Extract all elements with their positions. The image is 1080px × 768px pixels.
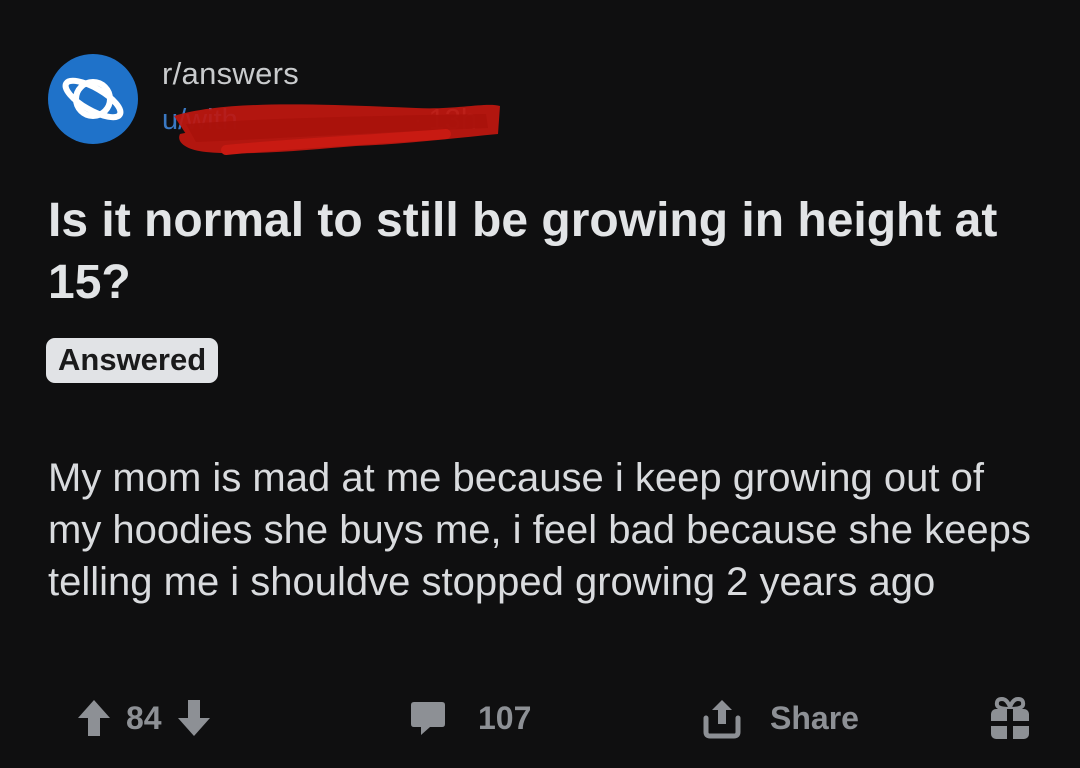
meta-separator: ·: [412, 104, 423, 136]
vote-controls: 84: [76, 690, 212, 746]
upvote-count: 84: [126, 699, 162, 736]
gift-icon: [991, 696, 1029, 739]
post-action-bar: 84 107 Share: [0, 690, 1080, 746]
planet-icon: [62, 77, 124, 121]
award-button[interactable]: [988, 690, 1032, 746]
subreddit-avatar[interactable]: [48, 54, 138, 144]
share-label: Share: [770, 699, 859, 736]
comment-count: 107: [478, 699, 532, 736]
share-upload-icon: [703, 700, 741, 739]
post-flair[interactable]: Answered: [46, 338, 219, 383]
post-age: 13h: [428, 104, 478, 136]
subreddit-name[interactable]: r/answers: [162, 56, 299, 92]
reddit-post: r/answers u/with · 13h Is it normal to st…: [0, 0, 1080, 768]
share-button[interactable]: Share: [700, 690, 859, 746]
post-meta: u/with · 13h: [162, 104, 500, 155]
arrow-down-icon[interactable]: [176, 698, 212, 738]
arrow-up-icon[interactable]: [76, 698, 112, 738]
author-username[interactable]: u/with: [162, 104, 238, 136]
post-body: My mom is mad at me because i keep growi…: [48, 456, 1031, 604]
post-title[interactable]: Is it normal to still be growing in heig…: [48, 190, 1048, 314]
comment-bubble-icon: [411, 702, 445, 735]
comments-button[interactable]: 107: [408, 690, 531, 746]
author-username-rest: [238, 104, 407, 136]
